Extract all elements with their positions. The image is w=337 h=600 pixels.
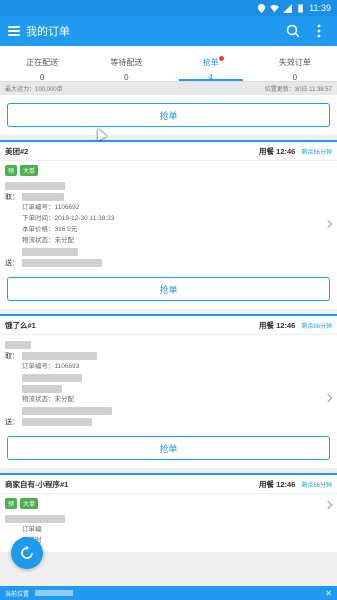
tab-count: 0: [39, 73, 45, 82]
more-vertical-icon[interactable]: [309, 21, 329, 41]
remaining-time: 剩余66分钟: [301, 482, 332, 489]
tab-label: 等待配送: [110, 58, 143, 67]
redacted-text: [22, 247, 78, 256]
remaining-time: 剩余66分钟: [301, 149, 332, 156]
info-bar: 最大运力：100,000单 位置更新：30日 11:38:57: [0, 82, 337, 95]
tab-count: 0: [124, 73, 129, 82]
app-bar: 我的订单: [0, 16, 337, 46]
redacted-text: [22, 192, 64, 201]
tab-label: 失效订单: [278, 58, 311, 67]
order-price: 本单价格：316.5元: [22, 226, 78, 233]
redacted-text: [5, 340, 31, 349]
refresh-button[interactable]: [11, 537, 43, 569]
refresh-icon: [21, 545, 33, 559]
meal-time: 用餐 12:46: [259, 479, 296, 489]
status-bar: 11:39: [0, 0, 337, 16]
order-source: 美团#2: [5, 146, 29, 156]
order-number: 订单编号：1106693: [22, 363, 80, 370]
tab-expired[interactable]: 失效订单 0: [253, 46, 337, 82]
wifi-icon: [270, 4, 280, 12]
redacted-text: [5, 181, 65, 190]
redacted-text: [22, 406, 112, 415]
grab-order-button[interactable]: 抢单: [7, 103, 330, 127]
order-number: 订单编号：1106692: [22, 204, 80, 211]
pickup-label: 取：: [5, 193, 19, 201]
order-time: 下单时间：2019-12-30 11:38:33: [22, 215, 115, 222]
order-list[interactable]: 抢单 美团#2 用餐 12:46 剩余66分钟 预 大单 取： 订单编号：110…: [0, 95, 337, 600]
meal-time: 用餐 12:46: [259, 146, 296, 156]
large-order-tag: 大单: [20, 498, 39, 509]
battery-icon: [298, 3, 303, 13]
reserve-tag: 预: [5, 498, 18, 509]
redacted-text: [22, 373, 82, 382]
order-time: 下单时: [5, 535, 332, 546]
order-number: 订单编: [22, 526, 42, 533]
order-tabs: 正在配送 0 等待配送 0 抢单 4 失效订单 0: [0, 46, 337, 82]
tab-count: 0: [292, 73, 298, 82]
notification-dot: [218, 56, 224, 61]
location-updated-text: 位置更新：30日 11:38:57: [264, 87, 332, 93]
tab-delivering[interactable]: 正在配送 0: [0, 46, 84, 82]
redacted-text: [22, 351, 97, 360]
tab-label: 抢单: [202, 58, 219, 67]
search-icon[interactable]: [283, 21, 303, 41]
redacted-text: [22, 417, 92, 426]
hamburger-icon[interactable]: [8, 26, 20, 36]
status-time: 11:39: [309, 3, 331, 13]
order-source: 饿了么#1: [5, 320, 36, 330]
meal-time: 用餐 12:46: [259, 320, 296, 330]
deliver-label: 送：: [5, 418, 19, 426]
order-card[interactable]: 商家自有-小程序#1 用餐 12:46 剩余66分钟 预 大单 订单编 下单时: [0, 473, 337, 552]
tab-count: 4: [208, 73, 213, 82]
order-card[interactable]: 饿了么#1 用餐 12:46 剩余66分钟 取： 订单编号：1106693 物流…: [0, 314, 337, 468]
redacted-text: [22, 384, 62, 393]
grab-order-button[interactable]: 抢单: [7, 277, 330, 301]
remaining-time: 剩余66分钟: [301, 323, 332, 330]
capacity-text: 最大运力：100,000单: [5, 87, 63, 93]
tab-label: 正在配送: [26, 58, 59, 67]
location-bar: 当前位置 ✕: [0, 586, 337, 600]
page-title: 我的订单: [26, 26, 70, 38]
signal-icon: [283, 3, 293, 13]
tab-grab[interactable]: 抢单 4: [169, 46, 253, 82]
logistics-status: 物流状态：未分配: [22, 396, 74, 403]
logistics-status: 物流状态：未分配: [22, 237, 74, 244]
redacted-text: [5, 514, 65, 523]
large-order-tag: 大单: [20, 165, 39, 176]
location-icon: [258, 3, 266, 13]
pickup-label: 取：: [5, 352, 19, 360]
current-location-label: 当前位置: [5, 591, 30, 598]
grab-order-button[interactable]: 抢单: [7, 436, 330, 460]
order-card[interactable]: 美团#2 用餐 12:46 剩余66分钟 预 大单 取： 订单编号：110669…: [0, 140, 337, 309]
redacted-text: [22, 258, 102, 267]
redacted-text: [35, 590, 74, 596]
deliver-label: 送：: [5, 259, 19, 267]
close-icon[interactable]: ✕: [325, 589, 332, 598]
tab-waiting[interactable]: 等待配送 0: [84, 46, 168, 82]
reserve-tag: 预: [5, 165, 18, 176]
order-source: 商家自有-小程序#1: [5, 479, 69, 489]
